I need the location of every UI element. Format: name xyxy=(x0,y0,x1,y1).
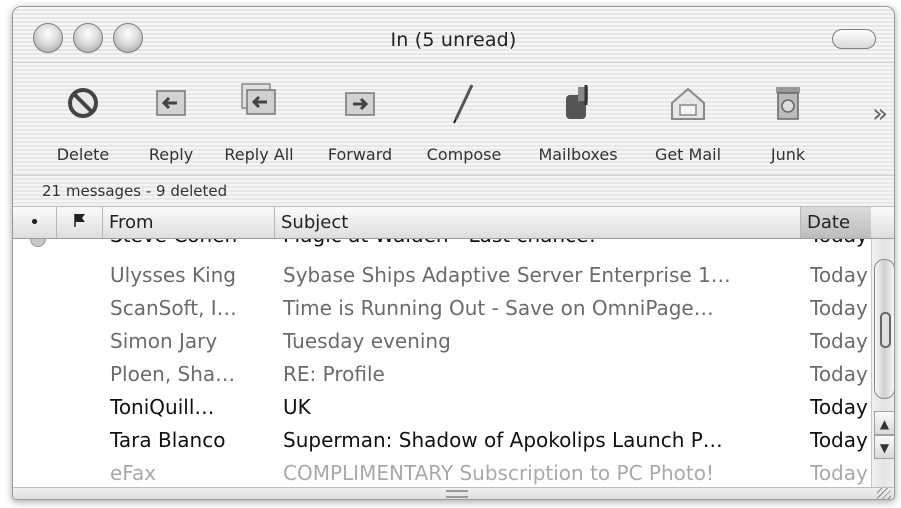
message-subject: UK xyxy=(283,395,311,419)
message-row[interactable]: Simon Jary Tuesday evening Today xyxy=(13,325,871,358)
status-bar: 21 messages - 9 deleted xyxy=(13,176,894,207)
reply-all-label: Reply All xyxy=(224,145,294,164)
message-subject: Tuesday evening xyxy=(283,329,451,353)
message-row[interactable]: ToniQuill… UK Today xyxy=(13,391,871,424)
scroll-down-button[interactable]: ▼ xyxy=(874,435,894,459)
compose-label: Compose xyxy=(426,145,502,164)
reply-all-button[interactable]: Reply All xyxy=(204,81,314,173)
mail-window: In (5 unread) Delete Reply Reply All For… xyxy=(12,6,895,500)
forward-label: Forward xyxy=(327,145,393,164)
message-date: Today xyxy=(810,395,868,419)
vertical-scrollbar[interactable]: ▲ ▼ xyxy=(871,239,894,487)
column-header: • From Subject Date xyxy=(13,207,894,239)
get-mail-label: Get Mail xyxy=(654,145,722,164)
message-date: Today xyxy=(810,296,868,320)
junk-button[interactable]: Junk xyxy=(733,81,843,173)
get-mail-icon xyxy=(671,87,705,120)
bottom-bar xyxy=(13,487,894,499)
junk-label: Junk xyxy=(770,145,806,164)
forward-button[interactable]: Forward xyxy=(305,81,415,173)
reply-all-icon xyxy=(241,83,276,115)
column-subject[interactable]: Subject xyxy=(275,207,801,238)
reply-icon xyxy=(156,90,186,116)
compose-button[interactable]: Compose xyxy=(409,81,519,173)
mailboxes-button[interactable]: Mailboxes xyxy=(523,81,633,173)
message-row[interactable]: Ulysses King Sybase Ships Adaptive Serve… xyxy=(13,259,871,292)
message-subject: Time is Running Out - Save on OmniPage… xyxy=(283,296,714,320)
message-from: Tara Blanco xyxy=(110,428,226,452)
compose-icon xyxy=(453,84,474,124)
message-from: Steve Cohen xyxy=(110,239,270,247)
message-row[interactable]: ScanSoft, I… Time is Running Out - Save … xyxy=(13,292,871,325)
mailboxes-icon xyxy=(566,85,588,119)
message-subject: RE: Profile xyxy=(283,362,385,386)
message-subject: Sybase Ships Adaptive Server Enterprise … xyxy=(283,263,731,287)
window-title: In (5 unread) xyxy=(390,29,517,51)
message-row[interactable]: Ploen, Sha… RE: Profile Today xyxy=(13,358,871,391)
message-from: Ploen, Sha… xyxy=(110,362,236,386)
get-mail-button[interactable]: Get Mail xyxy=(633,81,743,173)
column-status[interactable]: • xyxy=(13,207,57,238)
scroll-grip xyxy=(880,312,891,348)
title-bar[interactable]: In (5 unread) xyxy=(13,7,894,63)
mailboxes-label: Mailboxes xyxy=(538,145,618,164)
flag-icon xyxy=(73,214,85,227)
read-status-icon xyxy=(30,239,46,247)
message-date: Today xyxy=(810,461,868,485)
message-date: Today xyxy=(810,362,868,386)
toolbar-overflow-button[interactable]: » xyxy=(872,99,888,129)
message-date: Today xyxy=(810,428,868,452)
column-date[interactable]: Date xyxy=(801,207,871,238)
message-row[interactable]: Steve Cohen Magic at Walden - Last chanc… xyxy=(13,239,871,252)
resize-grip-icon[interactable] xyxy=(877,488,891,499)
message-row[interactable]: Tara Blanco Superman: Shadow of Apokolip… xyxy=(13,424,871,457)
message-subject: Superman: Shadow of Apokolips Launch P… xyxy=(283,428,723,452)
scroll-up-button[interactable]: ▲ xyxy=(874,411,894,435)
message-count: 21 messages - 9 deleted xyxy=(42,182,228,200)
delete-icon xyxy=(68,88,98,118)
column-flag[interactable] xyxy=(57,207,103,238)
column-from[interactable]: From xyxy=(103,207,275,238)
message-row[interactable]: eFax COMPLIMENTARY Subscription to PC Ph… xyxy=(13,457,871,487)
pane-splitter-handle[interactable] xyxy=(446,490,468,498)
scroll-thumb[interactable] xyxy=(874,259,894,399)
message-date: Today xyxy=(810,329,868,353)
forward-icon xyxy=(345,92,375,116)
message-from: Ulysses King xyxy=(110,263,236,287)
message-from: eFax xyxy=(110,461,157,485)
message-list: Steve Cohen Magic at Walden - Last chanc… xyxy=(13,239,871,487)
junk-icon xyxy=(776,87,800,120)
toolbar: Delete Reply Reply All Forward Compose M… xyxy=(13,63,894,176)
message-subject: Magic at Walden - Last chance! xyxy=(283,239,798,247)
message-from: Simon Jary xyxy=(110,329,218,353)
message-from: ToniQuill… xyxy=(110,395,215,419)
message-subject: COMPLIMENTARY Subscription to PC Photo! xyxy=(283,461,714,485)
message-from: ScanSoft, I… xyxy=(110,296,237,320)
message-date: Today xyxy=(810,263,868,287)
message-date: Today xyxy=(810,239,871,247)
toolbar-toggle-button[interactable] xyxy=(832,29,876,49)
